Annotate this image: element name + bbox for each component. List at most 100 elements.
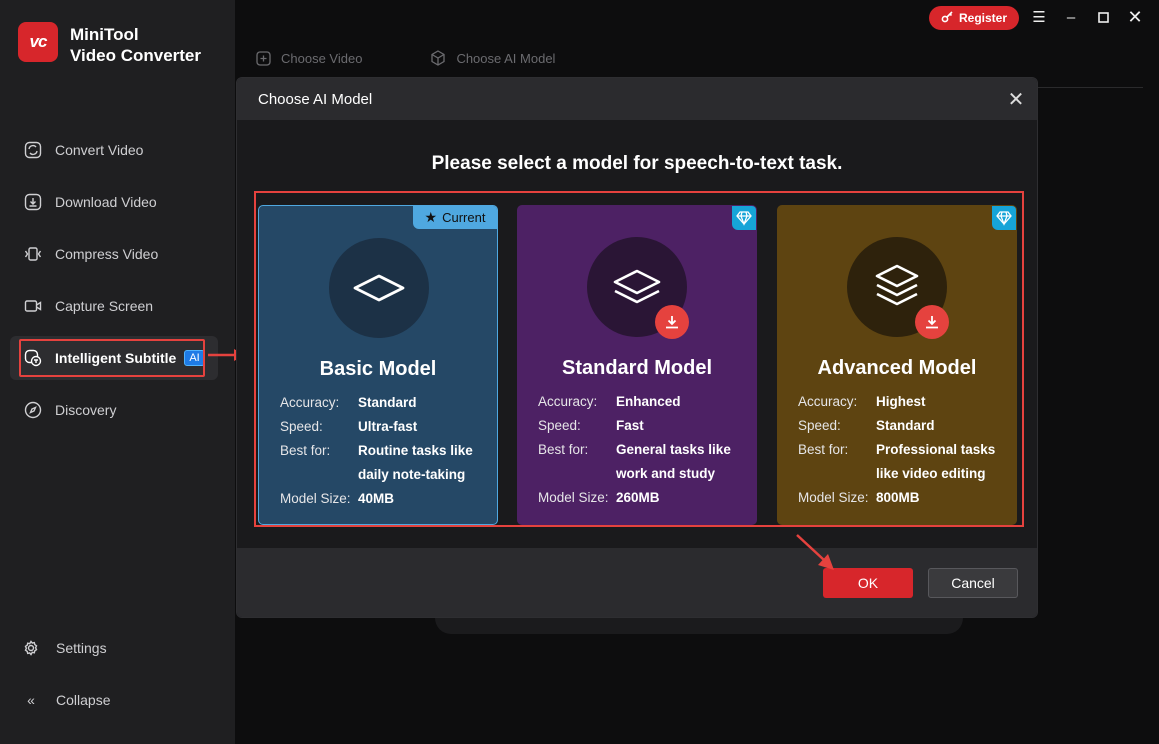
spec-label: Speed: bbox=[280, 419, 323, 434]
annotation-arrow-icon bbox=[796, 534, 834, 570]
background-steps: Choose Video Choose AI Model bbox=[256, 50, 623, 66]
triple-layer-icon bbox=[875, 264, 919, 306]
spec-value: work and study bbox=[616, 466, 716, 481]
spec-value: like video editing bbox=[876, 466, 986, 481]
step-label: Choose AI Model bbox=[456, 50, 556, 66]
dialog-title: Choose AI Model bbox=[258, 90, 373, 108]
sidebar-item-label: Capture Screen bbox=[55, 298, 154, 314]
model-specs: Accuracy: Highest Speed: Standard Best for… bbox=[798, 390, 1008, 510]
spec-value: 40MB bbox=[358, 491, 395, 506]
spec-label: Speed: bbox=[538, 418, 581, 433]
gear-icon bbox=[22, 640, 40, 656]
sidebar-item-label: Download Video bbox=[55, 194, 157, 210]
model-card-basic[interactable]: ★ Current Basic Model Accuracy: Standard S… bbox=[258, 205, 498, 525]
step-choose-video: Choose Video bbox=[256, 50, 396, 66]
model-specs: Accuracy: Enhanced Speed: Fast Best for: Ge… bbox=[538, 390, 748, 510]
spec-value: Professional tasks bbox=[876, 442, 996, 457]
sidebar-item-capture-screen[interactable]: Capture Screen bbox=[10, 284, 218, 328]
model-title: Standard Model bbox=[561, 357, 712, 379]
spec-value: Enhanced bbox=[616, 394, 681, 409]
dialog-header: Choose AI Model ✕ bbox=[237, 78, 1037, 120]
spec-value: Highest bbox=[876, 394, 926, 409]
sidebar: vc MiniTool Video Converter Convert Vide… bbox=[0, 0, 235, 744]
model-card-advanced[interactable]: Advanced Model Accuracy: Highest Speed: St… bbox=[777, 205, 1017, 525]
spec-value: daily note-taking bbox=[358, 467, 466, 482]
spec-label: Accuracy: bbox=[538, 394, 598, 409]
step-choose-ai-model: Choose AI Model bbox=[430, 50, 589, 66]
single-layer-icon bbox=[353, 274, 405, 302]
app-name-line1: MiniTool bbox=[70, 25, 139, 44]
spec-value: Ultra-fast bbox=[358, 419, 418, 434]
key-icon bbox=[941, 10, 953, 26]
sidebar-item-convert-video[interactable]: Convert Video bbox=[10, 128, 218, 172]
sidebar-item-discovery[interactable]: Discovery bbox=[10, 388, 218, 432]
star-icon: ★ bbox=[424, 209, 438, 225]
spec-value: Standard bbox=[358, 395, 417, 410]
model-title: Advanced Model bbox=[817, 357, 977, 379]
spec-label: Model Size: bbox=[798, 490, 869, 505]
sidebar-item-compress-video[interactable]: Compress Video bbox=[10, 232, 218, 276]
dialog-footer: OK Cancel bbox=[237, 548, 1037, 617]
spec-value: 260MB bbox=[616, 490, 660, 505]
spec-label: Best for: bbox=[798, 442, 849, 457]
spec-value: Fast bbox=[616, 418, 644, 433]
sidebar-item-label: Intelligent Subtitle bbox=[55, 350, 177, 366]
cancel-button[interactable]: Cancel bbox=[928, 568, 1018, 598]
subtitle-icon bbox=[24, 349, 42, 367]
camera-icon bbox=[24, 297, 42, 315]
step-label: Choose Video bbox=[281, 50, 363, 66]
double-layer-icon bbox=[613, 269, 661, 304]
diamond-icon bbox=[992, 206, 1016, 230]
close-window-icon[interactable]: ✕ bbox=[1126, 7, 1144, 27]
app-logo: vc bbox=[18, 22, 58, 62]
spec-label: Accuracy: bbox=[280, 395, 340, 410]
model-icon-circle bbox=[329, 238, 429, 338]
minimize-icon[interactable]: – bbox=[1062, 8, 1080, 26]
spec-label: Speed: bbox=[798, 418, 841, 433]
spec-label: Model Size: bbox=[538, 490, 609, 505]
app-name-line2: Video Converter bbox=[70, 46, 202, 65]
settings-label: Settings bbox=[56, 640, 107, 656]
collapse-label: Collapse bbox=[56, 692, 111, 708]
cube-icon bbox=[430, 50, 446, 66]
plus-square-icon bbox=[256, 50, 271, 66]
choose-ai-model-dialog: Choose AI Model ✕ Please select a model … bbox=[236, 77, 1038, 618]
download-icon bbox=[666, 316, 678, 329]
app-name: MiniTool Video Converter bbox=[70, 24, 201, 66]
current-badge: ★ Current bbox=[413, 206, 497, 229]
sidebar-item-intelligent-subtitle[interactable]: Intelligent Subtitle AI bbox=[10, 336, 218, 380]
model-card-standard[interactable]: Standard Model Accuracy: Enhanced Speed: F… bbox=[517, 205, 757, 525]
download-icon bbox=[24, 193, 42, 211]
spec-label: Best for: bbox=[280, 443, 331, 458]
spec-label: Accuracy: bbox=[798, 394, 858, 409]
spec-label: Model Size: bbox=[280, 491, 351, 506]
spec-label: Best for: bbox=[538, 442, 589, 457]
register-button[interactable]: Register bbox=[929, 6, 1019, 30]
chevron-double-left-icon: « bbox=[27, 692, 35, 708]
dialog-prompt: Please select a model for speech-to-text… bbox=[431, 153, 843, 174]
sidebar-item-label: Convert Video bbox=[55, 142, 144, 158]
maximize-icon[interactable] bbox=[1094, 8, 1112, 26]
close-icon[interactable]: ✕ bbox=[1005, 88, 1027, 111]
model-title: Basic Model bbox=[319, 358, 437, 380]
menu-icon[interactable]: ☰ bbox=[1030, 8, 1048, 26]
register-label: Register bbox=[958, 11, 1008, 25]
logo-text: vc bbox=[29, 32, 48, 51]
sidebar-item-label: Compress Video bbox=[55, 246, 159, 262]
compress-icon bbox=[24, 245, 42, 263]
sidebar-item-download-video[interactable]: Download Video bbox=[10, 180, 218, 224]
current-label: Current bbox=[442, 210, 486, 225]
compass-icon bbox=[24, 401, 42, 419]
settings-button[interactable]: Settings bbox=[22, 640, 107, 656]
convert-icon bbox=[24, 141, 42, 159]
sidebar-item-label: Discovery bbox=[55, 402, 117, 418]
spec-value: 800MB bbox=[876, 490, 920, 505]
download-model-button[interactable] bbox=[915, 305, 949, 339]
download-icon bbox=[926, 316, 938, 329]
download-model-button[interactable] bbox=[655, 305, 689, 339]
ok-button[interactable]: OK bbox=[823, 568, 913, 598]
ai-badge: AI bbox=[184, 350, 205, 366]
model-specs: Accuracy: Standard Speed: Ultra-fast Best … bbox=[280, 391, 490, 511]
spec-value: General tasks like bbox=[616, 442, 731, 457]
collapse-button[interactable]: « Collapse bbox=[22, 692, 110, 708]
